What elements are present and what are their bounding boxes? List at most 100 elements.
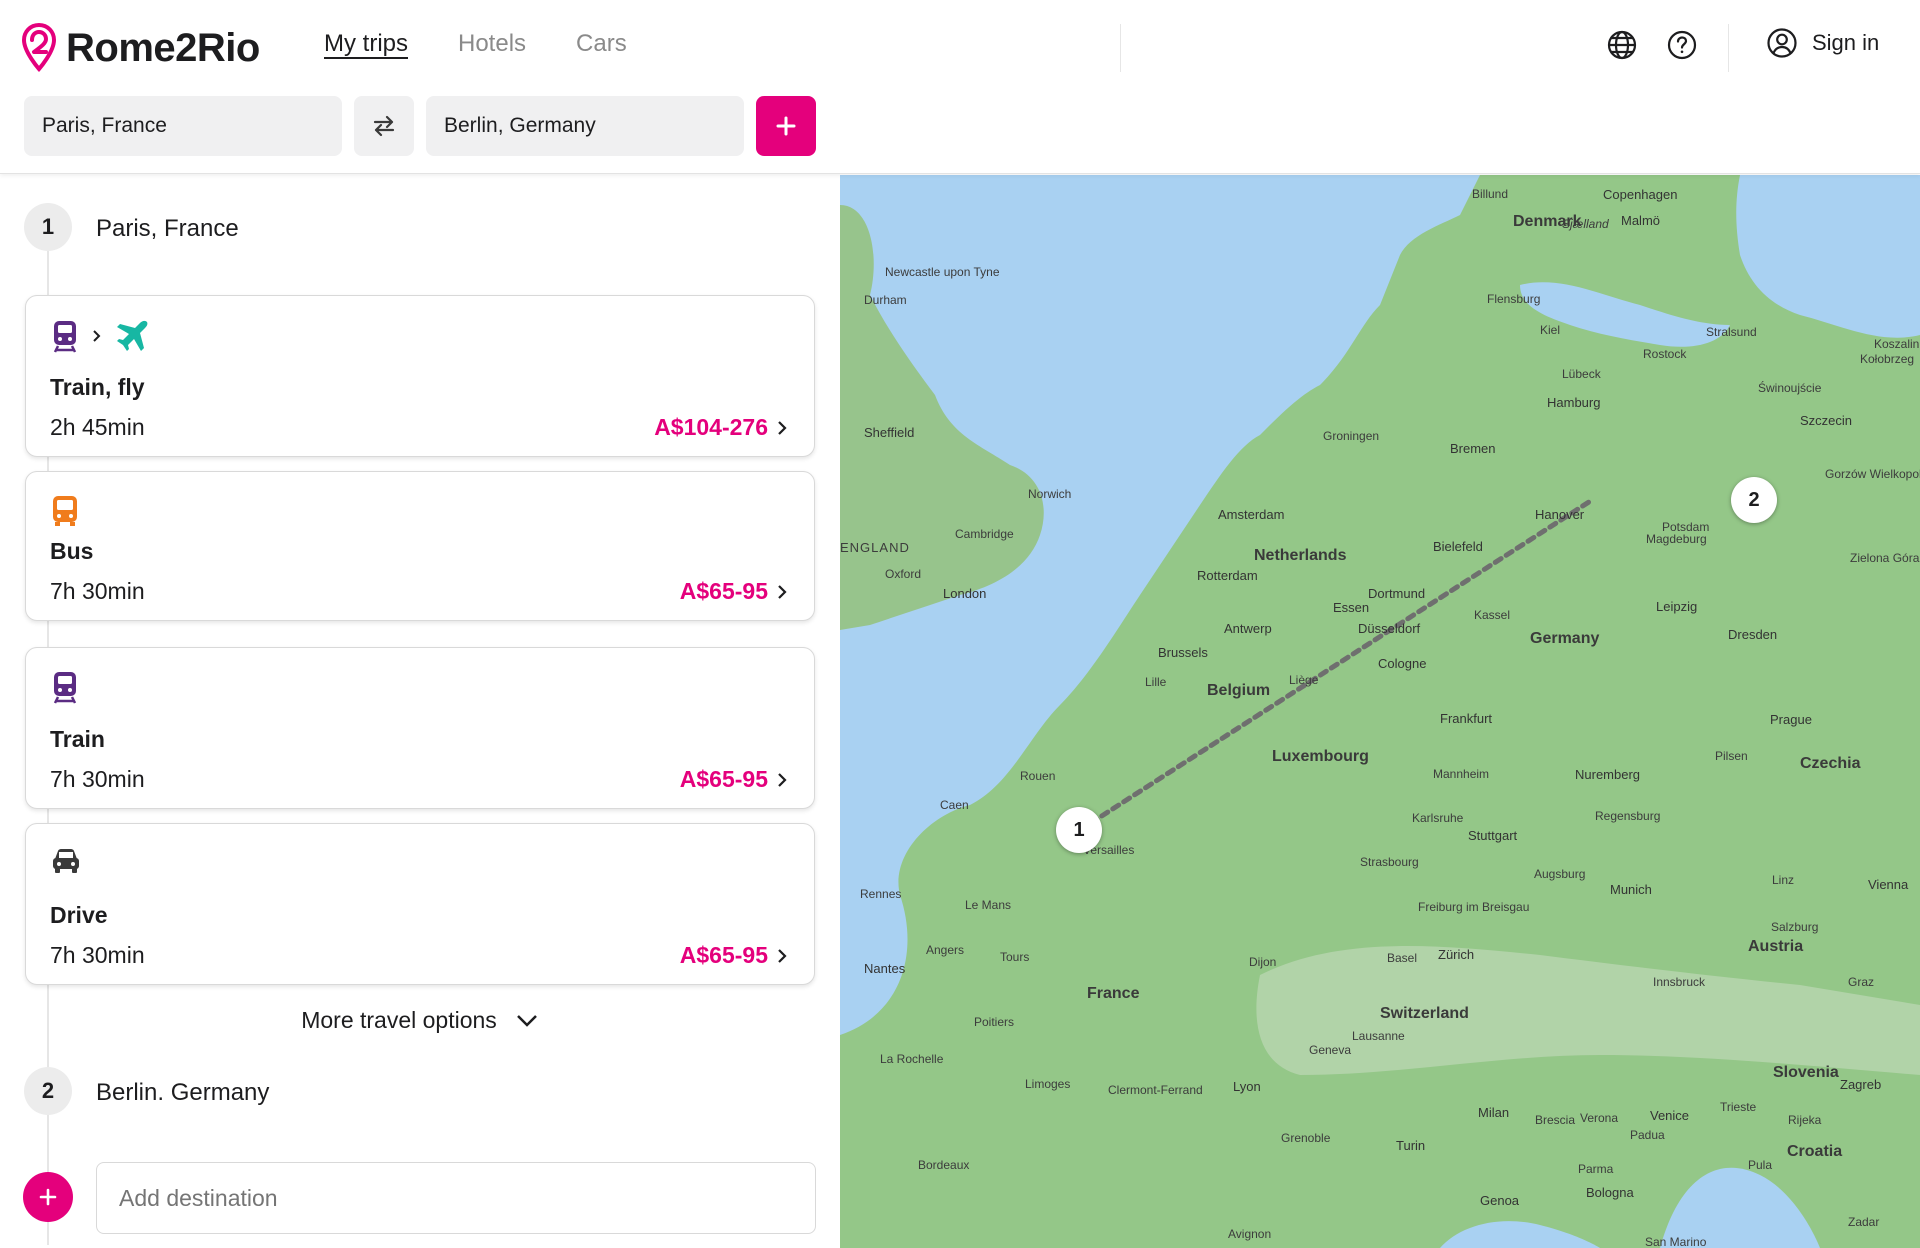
plane-icon	[117, 320, 148, 351]
destination-input[interactable]: Berlin, Germany	[426, 96, 744, 156]
map-label-city: Kassel	[1474, 608, 1511, 622]
map-label-city: Nuremberg	[1575, 767, 1641, 782]
option-card-train[interactable]: Train 7h 30min A$65-95	[25, 647, 815, 809]
map-label-city: Freiburg im Breisgau	[1418, 900, 1530, 914]
map-label-city: Flensburg	[1487, 292, 1541, 306]
map-label-city: Bremen	[1450, 441, 1496, 456]
map-label-city: Rouen	[1020, 769, 1056, 783]
map-label-country: Switzerland	[1380, 1005, 1469, 1022]
map-label-city: Zagreb	[1840, 1077, 1882, 1092]
map-label-city: Pula	[1748, 1158, 1773, 1172]
more-options-label: More travel options	[301, 1007, 497, 1033]
map-label-country: Austria	[1748, 938, 1804, 955]
itinerary-panel: 1 Paris, France Train, fly 2h 45min A$10…	[0, 175, 840, 1248]
user-icon	[1767, 28, 1797, 58]
add-destination-input[interactable]	[96, 1162, 816, 1234]
map-label-city: Newcastle upon Tyne	[885, 265, 1000, 279]
map-label-city: Dresden	[1728, 627, 1778, 642]
top-header: Rome2Rio My trips Hotels Cars Sign in Pa…	[0, 0, 1920, 174]
map-label-city: Genoa	[1480, 1193, 1520, 1208]
map-label-city: Sheffield	[864, 425, 915, 440]
nav-cars[interactable]: Cars	[576, 30, 627, 58]
map-label-city: Augsburg	[1534, 867, 1586, 881]
origin-input[interactable]: Paris, France	[24, 96, 342, 156]
map-label-city: Szczecin	[1800, 413, 1853, 428]
option-price[interactable]: A$104-276	[654, 414, 788, 441]
sign-in-button[interactable]: Sign in	[1766, 27, 1879, 59]
map-label-city: La Rochelle	[880, 1052, 944, 1066]
map-label-city: Vienna	[1868, 877, 1909, 892]
route-map[interactable]: Denmark Netherlands Belgium Luxembourg G…	[840, 175, 1920, 1248]
map-label-city: Tours	[1000, 950, 1030, 964]
map-label-city: Potsdam	[1662, 520, 1710, 534]
map-label-city: Linz	[1772, 873, 1795, 887]
map-label-city: Caen	[940, 798, 969, 812]
option-card-bus[interactable]: Bus 7h 30min A$65-95	[25, 471, 815, 621]
map-label-city: Trieste	[1720, 1100, 1757, 1114]
option-price[interactable]: A$65-95	[680, 766, 788, 793]
nav-hotels[interactable]: Hotels	[458, 30, 526, 58]
option-duration: 7h 30min	[50, 578, 145, 604]
map-label-city: Copenhagen	[1603, 187, 1678, 202]
map-label-city: Turin	[1396, 1138, 1426, 1153]
map-label-city: Groningen	[1323, 429, 1380, 443]
swap-locations-button[interactable]	[354, 96, 414, 156]
option-mode: Train, fly	[50, 374, 145, 400]
map-label-city: Zielona Góra	[1850, 551, 1920, 565]
bus-icon	[53, 496, 77, 526]
train-icon	[53, 672, 77, 704]
map-label-city: Clermont-Ferrand	[1108, 1083, 1203, 1097]
map-label-city: Dijon	[1249, 955, 1277, 969]
map-label-city: Bielefeld	[1433, 539, 1483, 554]
map-label-city: Bologna	[1586, 1185, 1634, 1200]
nav-my-trips[interactable]: My trips	[324, 30, 408, 58]
map-label-city: Hanover	[1535, 507, 1585, 522]
header-divider	[1120, 24, 1121, 72]
map-label-city: Geneva	[1309, 1043, 1352, 1057]
map-label-city: Karlsruhe	[1412, 811, 1464, 825]
option-duration: 2h 45min	[50, 414, 145, 440]
map-label-city: Cambridge	[955, 527, 1014, 541]
map-label-city: Oxford	[885, 567, 922, 581]
map-label-city: Kiel	[1540, 323, 1561, 337]
map-label-city: Poitiers	[974, 1015, 1015, 1029]
chevron-right-icon	[778, 584, 787, 599]
help-icon[interactable]	[1665, 28, 1699, 62]
option-card-drive[interactable]: Drive 7h 30min A$65-95	[25, 823, 815, 985]
origin-value: Paris, France	[42, 114, 167, 137]
map-label-city: Munich	[1610, 882, 1652, 897]
map-label-country: Czechia	[1800, 755, 1861, 772]
map-label-city: Gorzów Wielkopolski	[1825, 467, 1920, 481]
option-price[interactable]: A$65-95	[680, 578, 788, 605]
stop-name-origin: Paris, France	[96, 215, 239, 242]
map-label-city: Brescia	[1535, 1113, 1576, 1127]
map-label-city: Lausanne	[1352, 1029, 1405, 1043]
add-destination-button[interactable]	[23, 1172, 73, 1222]
option-price-value: A$65-95	[679, 578, 768, 604]
map-label-city: Zürich	[1438, 947, 1475, 962]
chevron-right-icon	[778, 948, 787, 963]
sign-in-label: Sign in	[1812, 30, 1880, 55]
map-label-city: Magdeburg	[1646, 532, 1707, 546]
option-card-train-fly[interactable]: Train, fly 2h 45min A$104-276	[25, 295, 815, 457]
stop-number-badge: 2	[24, 1067, 72, 1115]
option-price-value: A$104-276	[654, 414, 768, 440]
option-icons	[50, 318, 150, 354]
map-pin-stop-1[interactable]: 1	[1056, 807, 1102, 853]
more-travel-options-button[interactable]: More travel options	[0, 1007, 840, 1034]
option-price[interactable]: A$65-95	[680, 942, 788, 969]
globe-icon[interactable]	[1605, 28, 1639, 62]
map-label-city: Sjælland	[1562, 217, 1609, 231]
map-canvas	[840, 175, 1920, 1248]
map-label-city: Stuttgart	[1468, 828, 1518, 843]
map-label-city: Essen	[1333, 600, 1370, 615]
map-label-city: Basel	[1387, 951, 1418, 965]
map-label-city: Zadar	[1848, 1215, 1880, 1229]
rome2rio-logo[interactable]: Rome2Rio	[22, 22, 260, 74]
map-label-city: Rostock	[1643, 347, 1687, 361]
logo-pin-icon	[22, 23, 56, 73]
map-label-city: Mannheim	[1433, 767, 1490, 781]
add-stop-button[interactable]	[756, 96, 816, 156]
map-pin-stop-2[interactable]: 2	[1731, 477, 1777, 523]
map-label-city: Lübeck	[1562, 367, 1601, 381]
